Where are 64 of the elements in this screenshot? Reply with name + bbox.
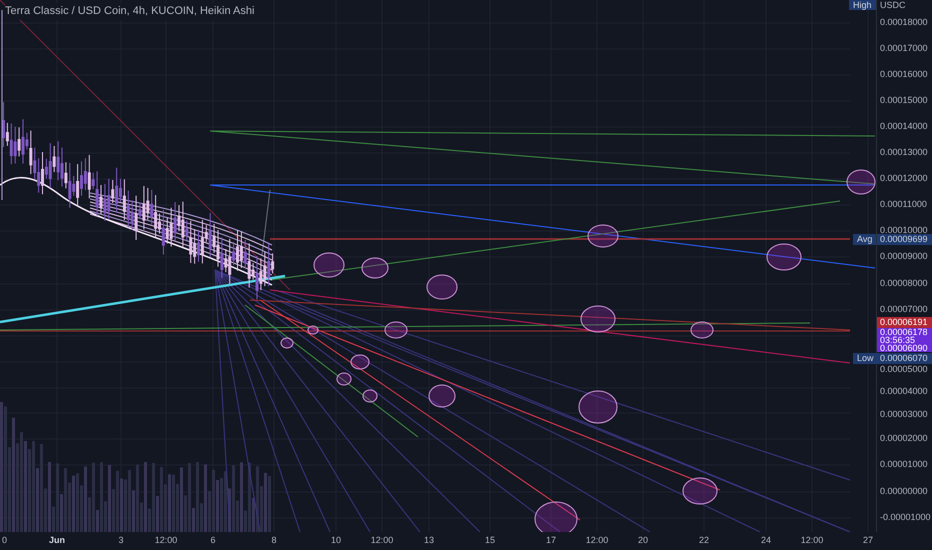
price-label: 0.00007000 (880, 304, 928, 315)
time-label: 10 (331, 535, 341, 546)
time-label: 15 (485, 535, 495, 546)
time-label: 8 (272, 535, 276, 546)
ellipse-marker (682, 478, 718, 504)
price-tag: Avg (853, 234, 876, 245)
price-label: -0.00001000 (880, 512, 931, 523)
badge-text: 0.00006178 (880, 328, 929, 336)
price-label: 0.00014000 (880, 121, 928, 132)
currency-label: USDC (880, 0, 906, 11)
time-label: Jun (49, 535, 65, 546)
time-label: 0 (2, 535, 8, 546)
price-label: 0.00003000 (880, 409, 928, 420)
ellipse-marker (578, 390, 618, 424)
price-badge: 0.00006070 (877, 353, 932, 364)
chart-title: Terra Classic / USD Coin, 4h, KUCOIN, Heikin Ashi (5, 3, 254, 20)
time-label: 12:00 (154, 535, 178, 546)
time-label: 22 (699, 535, 709, 546)
ellipse-marker (384, 322, 408, 338)
price-label: 0.00018000 (880, 17, 928, 28)
price-label: 0.00010000 (880, 225, 928, 236)
price-tag: Low (853, 353, 878, 364)
time-label: 24 (761, 535, 771, 546)
ellipse-marker (362, 390, 378, 402)
time-label: 13 (424, 535, 434, 546)
time-label: 12:00 (800, 535, 824, 546)
badge-text: 0.00006090 (880, 344, 929, 352)
ellipse-marker (588, 224, 618, 248)
time-label: 27 (863, 535, 873, 546)
price-label: 0.00009000 (880, 251, 928, 262)
time-label: 12:00 (370, 535, 394, 546)
ellipse-marker (336, 372, 352, 386)
ellipse-marker (350, 354, 370, 370)
price-badge: 0.00009699 (877, 234, 932, 245)
price-label: 0.00011000 (880, 199, 927, 210)
price-label: 0.00005000 (880, 364, 928, 375)
ellipse-marker (690, 322, 714, 338)
price-label: 0.00016000 (880, 69, 928, 80)
ellipse-marker (766, 244, 802, 270)
price-label: 0.00004000 (880, 386, 928, 397)
price-label: 0.00008000 (880, 278, 928, 289)
high-tag: High (849, 0, 876, 10)
price-label: 0.00012000 (880, 173, 928, 184)
ellipse-marker (308, 326, 318, 334)
ellipse-marker (846, 170, 876, 194)
time-label: 3 (118, 535, 124, 546)
ellipse-marker (362, 258, 388, 278)
time-label: 12:00 (586, 535, 608, 546)
ellipse-marker (314, 252, 344, 278)
price-label: 0.00015000 (880, 95, 928, 106)
price-label: 0.00002000 (880, 433, 928, 444)
price-label: 0.00017000 (880, 43, 928, 54)
price-badge: 0.00006191 (877, 317, 932, 328)
time-label: 20 (638, 535, 648, 546)
ellipse-marker (580, 306, 616, 332)
price-label: 0.00001000 (880, 459, 928, 470)
ellipse-marker (426, 274, 458, 300)
ellipse-marker (428, 384, 456, 408)
price-label: 0.00013000 (880, 147, 928, 158)
time-label: 6 (210, 535, 216, 546)
ellipse-marker (280, 338, 294, 348)
price-label: 0.00000000 (880, 486, 928, 497)
badge-text: 03:56:35 (880, 336, 916, 344)
time-label: 17 (546, 535, 556, 546)
